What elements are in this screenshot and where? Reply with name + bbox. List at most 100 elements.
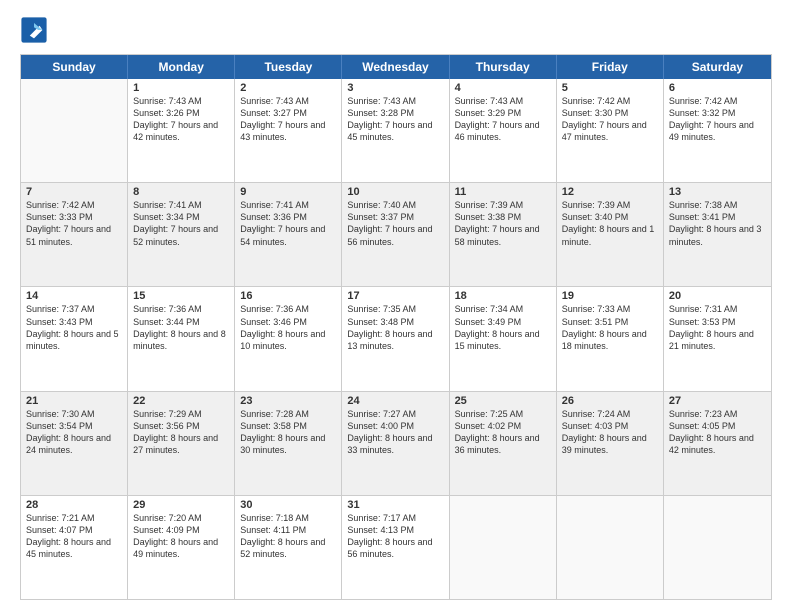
cell-info: Sunrise: 7:38 AMSunset: 3:41 PMDaylight:… [669,199,766,248]
header [20,16,772,44]
header-day: Saturday [664,55,771,79]
calendar-cell: 27 Sunrise: 7:23 AMSunset: 4:05 PMDaylig… [664,392,771,495]
day-number: 17 [347,290,443,302]
calendar-cell: 21 Sunrise: 7:30 AMSunset: 3:54 PMDaylig… [21,392,128,495]
cell-info: Sunrise: 7:37 AMSunset: 3:43 PMDaylight:… [26,303,122,352]
cell-info: Sunrise: 7:42 AMSunset: 3:30 PMDaylight:… [562,95,658,144]
calendar-cell: 8 Sunrise: 7:41 AMSunset: 3:34 PMDayligh… [128,183,235,286]
calendar-cell: 12 Sunrise: 7:39 AMSunset: 3:40 PMDaylig… [557,183,664,286]
calendar: SundayMondayTuesdayWednesdayThursdayFrid… [20,54,772,600]
day-number: 4 [455,82,551,94]
cell-info: Sunrise: 7:36 AMSunset: 3:44 PMDaylight:… [133,303,229,352]
day-number: 31 [347,499,443,511]
logo-icon [20,16,48,44]
calendar-cell: 6 Sunrise: 7:42 AMSunset: 3:32 PMDayligh… [664,79,771,182]
cell-info: Sunrise: 7:24 AMSunset: 4:03 PMDaylight:… [562,408,658,457]
cell-info: Sunrise: 7:41 AMSunset: 3:36 PMDaylight:… [240,199,336,248]
calendar-cell: 9 Sunrise: 7:41 AMSunset: 3:36 PMDayligh… [235,183,342,286]
day-number: 26 [562,395,658,407]
cell-info: Sunrise: 7:28 AMSunset: 3:58 PMDaylight:… [240,408,336,457]
cell-info: Sunrise: 7:43 AMSunset: 3:29 PMDaylight:… [455,95,551,144]
calendar-cell: 4 Sunrise: 7:43 AMSunset: 3:29 PMDayligh… [450,79,557,182]
calendar-cell: 13 Sunrise: 7:38 AMSunset: 3:41 PMDaylig… [664,183,771,286]
calendar-cell: 25 Sunrise: 7:25 AMSunset: 4:02 PMDaylig… [450,392,557,495]
day-number: 9 [240,186,336,198]
day-number: 13 [669,186,766,198]
calendar-cell: 19 Sunrise: 7:33 AMSunset: 3:51 PMDaylig… [557,287,664,390]
cell-info: Sunrise: 7:31 AMSunset: 3:53 PMDaylight:… [669,303,766,352]
day-number: 6 [669,82,766,94]
day-number: 16 [240,290,336,302]
day-number: 3 [347,82,443,94]
cell-info: Sunrise: 7:43 AMSunset: 3:27 PMDaylight:… [240,95,336,144]
calendar-cell: 14 Sunrise: 7:37 AMSunset: 3:43 PMDaylig… [21,287,128,390]
calendar-row: 1 Sunrise: 7:43 AMSunset: 3:26 PMDayligh… [21,79,771,183]
day-number: 19 [562,290,658,302]
day-number: 22 [133,395,229,407]
calendar-cell [664,496,771,599]
calendar-cell: 30 Sunrise: 7:18 AMSunset: 4:11 PMDaylig… [235,496,342,599]
calendar-cell: 28 Sunrise: 7:21 AMSunset: 4:07 PMDaylig… [21,496,128,599]
day-number: 1 [133,82,229,94]
calendar-cell: 24 Sunrise: 7:27 AMSunset: 4:00 PMDaylig… [342,392,449,495]
header-day: Wednesday [342,55,449,79]
calendar-cell: 5 Sunrise: 7:42 AMSunset: 3:30 PMDayligh… [557,79,664,182]
cell-info: Sunrise: 7:42 AMSunset: 3:32 PMDaylight:… [669,95,766,144]
cell-info: Sunrise: 7:25 AMSunset: 4:02 PMDaylight:… [455,408,551,457]
calendar-cell: 1 Sunrise: 7:43 AMSunset: 3:26 PMDayligh… [128,79,235,182]
cell-info: Sunrise: 7:33 AMSunset: 3:51 PMDaylight:… [562,303,658,352]
cell-info: Sunrise: 7:30 AMSunset: 3:54 PMDaylight:… [26,408,122,457]
cell-info: Sunrise: 7:27 AMSunset: 4:00 PMDaylight:… [347,408,443,457]
day-number: 29 [133,499,229,511]
header-day: Thursday [450,55,557,79]
calendar-cell: 11 Sunrise: 7:39 AMSunset: 3:38 PMDaylig… [450,183,557,286]
day-number: 20 [669,290,766,302]
cell-info: Sunrise: 7:35 AMSunset: 3:48 PMDaylight:… [347,303,443,352]
calendar-cell: 16 Sunrise: 7:36 AMSunset: 3:46 PMDaylig… [235,287,342,390]
header-day: Tuesday [235,55,342,79]
calendar-cell: 17 Sunrise: 7:35 AMSunset: 3:48 PMDaylig… [342,287,449,390]
day-number: 28 [26,499,122,511]
cell-info: Sunrise: 7:17 AMSunset: 4:13 PMDaylight:… [347,512,443,561]
calendar-cell: 23 Sunrise: 7:28 AMSunset: 3:58 PMDaylig… [235,392,342,495]
day-number: 11 [455,186,551,198]
calendar-header: SundayMondayTuesdayWednesdayThursdayFrid… [21,55,771,79]
day-number: 24 [347,395,443,407]
day-number: 10 [347,186,443,198]
cell-info: Sunrise: 7:43 AMSunset: 3:28 PMDaylight:… [347,95,443,144]
day-number: 2 [240,82,336,94]
calendar-cell: 10 Sunrise: 7:40 AMSunset: 3:37 PMDaylig… [342,183,449,286]
logo [20,16,52,44]
cell-info: Sunrise: 7:21 AMSunset: 4:07 PMDaylight:… [26,512,122,561]
calendar-cell [450,496,557,599]
calendar-cell: 15 Sunrise: 7:36 AMSunset: 3:44 PMDaylig… [128,287,235,390]
cell-info: Sunrise: 7:40 AMSunset: 3:37 PMDaylight:… [347,199,443,248]
calendar-cell: 3 Sunrise: 7:43 AMSunset: 3:28 PMDayligh… [342,79,449,182]
cell-info: Sunrise: 7:29 AMSunset: 3:56 PMDaylight:… [133,408,229,457]
cell-info: Sunrise: 7:23 AMSunset: 4:05 PMDaylight:… [669,408,766,457]
day-number: 30 [240,499,336,511]
calendar-row: 28 Sunrise: 7:21 AMSunset: 4:07 PMDaylig… [21,496,771,599]
calendar-cell: 22 Sunrise: 7:29 AMSunset: 3:56 PMDaylig… [128,392,235,495]
calendar-row: 14 Sunrise: 7:37 AMSunset: 3:43 PMDaylig… [21,287,771,391]
cell-info: Sunrise: 7:42 AMSunset: 3:33 PMDaylight:… [26,199,122,248]
cell-info: Sunrise: 7:20 AMSunset: 4:09 PMDaylight:… [133,512,229,561]
day-number: 23 [240,395,336,407]
day-number: 14 [26,290,122,302]
calendar-cell: 18 Sunrise: 7:34 AMSunset: 3:49 PMDaylig… [450,287,557,390]
day-number: 25 [455,395,551,407]
calendar-cell [557,496,664,599]
calendar-cell: 31 Sunrise: 7:17 AMSunset: 4:13 PMDaylig… [342,496,449,599]
cell-info: Sunrise: 7:18 AMSunset: 4:11 PMDaylight:… [240,512,336,561]
day-number: 7 [26,186,122,198]
calendar-cell: 2 Sunrise: 7:43 AMSunset: 3:27 PMDayligh… [235,79,342,182]
cell-info: Sunrise: 7:39 AMSunset: 3:40 PMDaylight:… [562,199,658,248]
day-number: 27 [669,395,766,407]
day-number: 18 [455,290,551,302]
cell-info: Sunrise: 7:36 AMSunset: 3:46 PMDaylight:… [240,303,336,352]
calendar-cell [21,79,128,182]
calendar-cell: 7 Sunrise: 7:42 AMSunset: 3:33 PMDayligh… [21,183,128,286]
day-number: 8 [133,186,229,198]
calendar-body: 1 Sunrise: 7:43 AMSunset: 3:26 PMDayligh… [21,79,771,599]
day-number: 21 [26,395,122,407]
